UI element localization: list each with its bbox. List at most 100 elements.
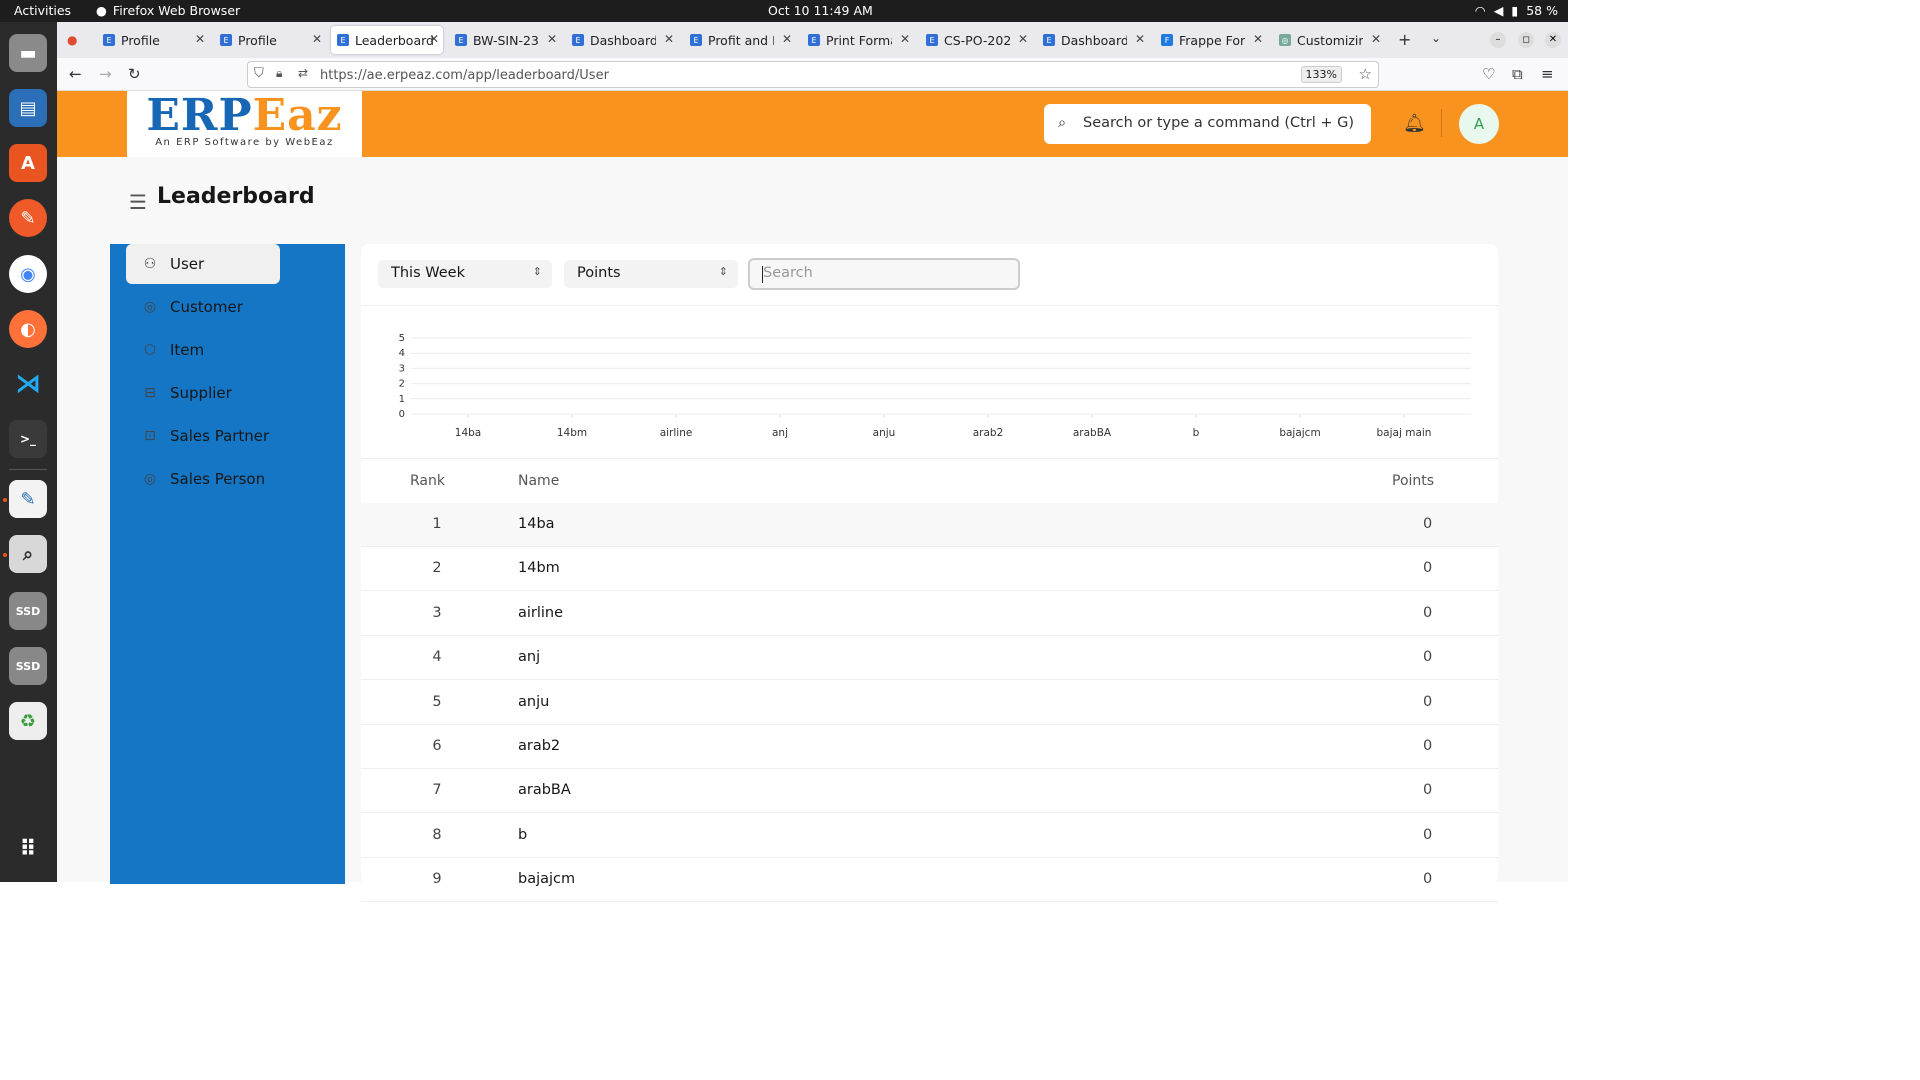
app-center-icon[interactable]: A <box>9 144 47 182</box>
erpnext-favicon-icon: E <box>337 34 349 46</box>
person-icon: ◎ <box>143 471 157 487</box>
app-grid-icon[interactable]: ⠿ <box>9 830 47 868</box>
divider <box>361 305 1498 306</box>
sidebar-item-supplier[interactable]: ⊟ Supplier <box>126 373 280 413</box>
x-tick-label: 14ba <box>455 427 481 439</box>
os-top-bar: Activities ● Firefox Web Browser Oct 10 1… <box>0 0 1568 22</box>
sidebar-item-sales-partner[interactable]: ⊡ Sales Partner <box>126 416 326 456</box>
user-avatar[interactable]: A <box>1459 104 1499 144</box>
chrome-icon[interactable]: ◉ <box>9 255 47 293</box>
clock[interactable]: Oct 10 11:49 AM <box>768 3 873 18</box>
text-editor-icon[interactable]: ✎ <box>9 480 47 518</box>
forward-arrow-icon[interactable]: → <box>99 65 112 83</box>
zoom-level[interactable]: 133% <box>1300 66 1342 83</box>
tab-invoice[interactable]: EBW-SIN-23-2✕ <box>449 26 561 54</box>
system-tray[interactable]: ◠ ◀ ▮ 58 % <box>1475 3 1558 18</box>
ssd-drive-icon[interactable]: SSD <box>9 647 47 685</box>
table-row[interactable]: 2 14bm 0 <box>361 547 1498 592</box>
field-select[interactable]: Points ⇕ <box>564 260 738 288</box>
shield-icon[interactable]: ⛉ <box>254 66 264 81</box>
tab-dashboard[interactable]: E Dashboard ✕ <box>566 26 678 54</box>
app-menu[interactable]: ● Firefox Web Browser <box>96 3 240 18</box>
leaderboard-sidebar: ⚇ User ◎ Customer ⬡ Item ⊟ Supplier ⊡ Sales P… <box>110 244 345 884</box>
image-viewer-icon[interactable]: ⌕ <box>9 535 47 573</box>
tab-profile[interactable]: E Profile ✕ <box>97 26 209 54</box>
close-tab-icon[interactable]: ✕ <box>664 32 674 46</box>
restore-window-icon[interactable]: ◻ <box>1518 32 1534 48</box>
users-icon: ⚇ <box>143 256 157 272</box>
reload-icon[interactable]: ↻ <box>128 65 141 83</box>
trash-icon[interactable]: ♻ <box>9 702 47 740</box>
minimize-window-icon[interactable]: – <box>1490 32 1506 48</box>
table-row[interactable]: 5 anju 0 <box>361 681 1498 725</box>
permissions-icon[interactable]: ⇄ <box>298 66 308 80</box>
points-cell: 0 <box>1423 693 1433 710</box>
notification-bell-icon[interactable]: 🔔︎ <box>1403 113 1426 134</box>
rank-cell: 5 <box>432 693 442 710</box>
firefox-dock-icon[interactable]: ◐ <box>9 310 47 348</box>
terminal-icon[interactable]: >_ <box>9 420 47 458</box>
period-select[interactable]: This Week ⇕ <box>378 260 552 288</box>
close-tab-icon[interactable]: ✕ <box>1135 32 1145 46</box>
table-row[interactable]: 1 14ba 0 <box>361 503 1498 547</box>
table-row[interactable]: 9 bajajcm 0 <box>361 858 1498 903</box>
erpnext-favicon-icon: E <box>220 34 232 46</box>
sidebar-toggle-hamburger-icon[interactable]: ☰ <box>129 190 147 214</box>
close-tab-icon[interactable]: ✕ <box>429 32 439 46</box>
sidebar-item-customer[interactable]: ◎ Customer <box>126 287 280 327</box>
bookmark-star-icon[interactable]: ☆ <box>1359 65 1372 83</box>
ssd-drive-icon[interactable]: SSD <box>9 592 47 630</box>
writer-icon[interactable]: ▤ <box>9 89 47 127</box>
files-icon[interactable]: ▬ <box>9 34 47 72</box>
page-title: Leaderboard <box>157 184 315 209</box>
points-cell: 0 <box>1423 560 1433 577</box>
close-window-icon[interactable]: ✕ <box>1545 32 1561 48</box>
erpeaz-logo[interactable]: ERPEaz An ERP Software by WebEaz <box>127 91 362 157</box>
rank-cell: 2 <box>432 560 442 577</box>
awesomebar-search[interactable]: ⌕ Search or type a command (Ctrl + G) <box>1044 104 1371 144</box>
close-tab-icon[interactable]: ✕ <box>900 32 910 46</box>
x-tick-label: anju <box>873 427 896 439</box>
url-bar[interactable]: ⛉ 🔒︎ ⇄ https://ae.erpeaz.com/app/leaderb… <box>247 61 1379 88</box>
tab-dashboard[interactable]: E Dashboard ✕ <box>1037 26 1149 54</box>
extensions-icon[interactable]: ⧉ <box>1512 65 1523 83</box>
dock-separator <box>9 469 47 470</box>
close-tab-icon[interactable]: ✕ <box>1018 32 1028 46</box>
table-row[interactable]: 3 airline 0 <box>361 592 1498 636</box>
close-tab-icon[interactable]: ✕ <box>1371 32 1381 46</box>
pocket-icon[interactable]: ♡ <box>1482 65 1495 83</box>
firefox-view-icon[interactable]: ● <box>67 33 77 47</box>
close-tab-icon[interactable]: ✕ <box>312 32 322 46</box>
tab-print-format[interactable]: EPrint Format✕ <box>802 26 914 54</box>
tab-frappe-forum[interactable]: FFrappe Foru✕ <box>1155 26 1267 54</box>
lock-icon[interactable]: 🔒︎ <box>276 66 282 81</box>
table-row[interactable]: 4 anj 0 <box>361 636 1498 681</box>
postman-icon[interactable]: ✎ <box>9 199 47 237</box>
leaderboard-search-input[interactable]: Search <box>748 258 1020 290</box>
back-arrow-icon[interactable]: ← <box>69 65 82 83</box>
list-tabs-chevron-down-icon[interactable]: ⌄ <box>1431 31 1441 45</box>
tab-purchase-order[interactable]: ECS-PO-2023-✕ <box>920 26 1032 54</box>
new-tab-icon[interactable]: + <box>1398 30 1411 49</box>
table-row[interactable]: 6 arab2 0 <box>361 725 1498 769</box>
close-tab-icon[interactable]: ✕ <box>195 32 205 46</box>
y-tick-label: 1 <box>399 394 405 405</box>
points-cell: 0 <box>1423 871 1433 888</box>
sidebar-item-sales-person[interactable]: ◎ Sales Person <box>126 459 326 499</box>
tab-profile[interactable]: E Profile ✕ <box>214 26 326 54</box>
menu-icon[interactable]: ≡ <box>1541 65 1554 83</box>
sidebar-item-user[interactable]: ⚇ User <box>126 244 280 284</box>
sidebar-item-item[interactable]: ⬡ Item <box>126 330 280 370</box>
tab-leaderboard[interactable]: E Leaderboard ✕ <box>331 26 443 54</box>
tab-profit-and-loss[interactable]: EProfit and Lo✕ <box>684 26 796 54</box>
close-tab-icon[interactable]: ✕ <box>782 32 792 46</box>
table-row[interactable]: 7 arabBA 0 <box>361 769 1498 814</box>
close-tab-icon[interactable]: ✕ <box>1253 32 1263 46</box>
activities-button[interactable]: Activities <box>14 3 71 18</box>
vscode-icon[interactable]: ⋊ <box>9 365 47 403</box>
leaderboard-bar-chart: 0 1 2 3 4 5 14ba 14bm airline anj anju arab2 arabBA b… <box>399 333 1471 439</box>
rank-cell: 9 <box>432 871 442 888</box>
close-tab-icon[interactable]: ✕ <box>547 32 557 46</box>
table-row[interactable]: 8 b 0 <box>361 814 1498 858</box>
tab-customizing[interactable]: ◎Customizing✕ <box>1273 26 1385 54</box>
